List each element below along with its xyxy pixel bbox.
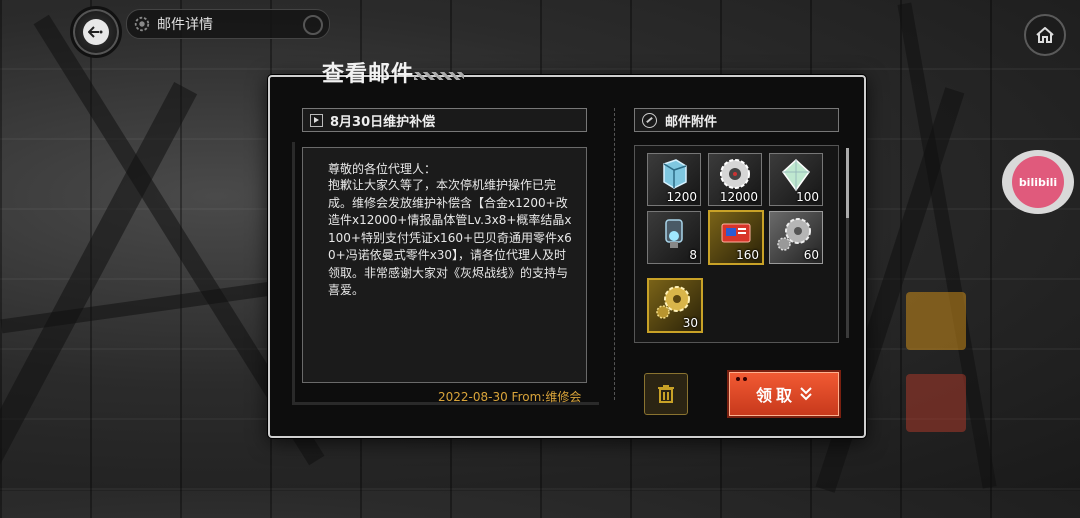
attachments-bar: 邮件附件: [634, 108, 839, 132]
title-stripes-decoration: [414, 72, 464, 80]
claim-label: 领取: [755, 386, 796, 405]
mail-subject-bar: 8月30日维护补偿: [302, 108, 587, 132]
bilibili-watermark: bilibili: [1002, 150, 1074, 214]
item-count: 30: [682, 316, 698, 330]
mail-body: 尊敬的各位代理人： 抱歉让大家久等了，本次停机维护操作已完成。维修会发放维护补偿…: [302, 147, 587, 383]
attachment-item[interactable]: 160: [708, 210, 764, 265]
panel-title: 查看邮件: [322, 61, 415, 87]
bilibili-logo: bilibili: [1012, 156, 1064, 208]
crystal-icon: [782, 158, 810, 192]
attachment-item[interactable]: 100: [769, 153, 823, 206]
attachment-item[interactable]: 60: [769, 211, 823, 264]
dial-icon: [303, 15, 323, 35]
attachment-item[interactable]: 12000: [708, 153, 762, 206]
button-dots-decoration: [736, 377, 748, 381]
page-title-bar: 邮件详情: [126, 9, 330, 39]
item-count: 60: [803, 248, 819, 262]
page-title: 邮件详情: [157, 17, 213, 33]
attachments-title: 邮件附件: [665, 114, 718, 130]
von-neumann-gear-icon: [656, 286, 690, 319]
attachment-item[interactable]: 8: [647, 211, 701, 264]
back-button[interactable]: [70, 6, 122, 58]
mail-date-sender: 2022-08-30 From:维修会: [438, 390, 582, 404]
item-count: 12000: [719, 190, 758, 204]
double-chevron-down-icon: [800, 387, 812, 401]
item-count: 8: [689, 248, 697, 262]
back-arrow-icon: [83, 19, 109, 45]
payment-voucher-icon: [721, 223, 751, 243]
item-count: 160: [736, 248, 759, 262]
paperclip-icon: [642, 112, 657, 128]
item-count: 1200: [666, 190, 697, 204]
attachment-item[interactable]: 1200: [647, 153, 701, 206]
babbage-gear-icon: [777, 218, 811, 251]
transistor-icon: [665, 219, 683, 248]
mail-greeting: 尊敬的各位代理人：: [328, 162, 437, 176]
home-icon: [1036, 27, 1054, 43]
mail-text: 抱歉让大家久等了，本次停机维护操作已完成。维修会发放维护补偿含【合金x1200+…: [328, 178, 572, 297]
trash-icon: [658, 385, 674, 403]
scrollbar-thumb[interactable]: [846, 148, 849, 218]
attachments-scrollbar[interactable]: [846, 148, 849, 338]
claim-button[interactable]: 领取: [729, 372, 839, 416]
mail-subject: 8月30日维护补偿: [330, 114, 436, 130]
gear-icon: [134, 16, 150, 32]
alloy-cube-icon: [663, 159, 687, 189]
item-count: 100: [796, 190, 819, 204]
side-event-tile: [906, 374, 966, 432]
panel-divider: [614, 108, 615, 400]
attachment-item[interactable]: 30: [647, 278, 703, 333]
delete-mail-button[interactable]: [644, 373, 688, 415]
gear-disc-icon: [720, 159, 750, 189]
home-button[interactable]: [1024, 14, 1066, 56]
side-event-tile: [906, 292, 966, 350]
play-icon: [310, 113, 323, 127]
